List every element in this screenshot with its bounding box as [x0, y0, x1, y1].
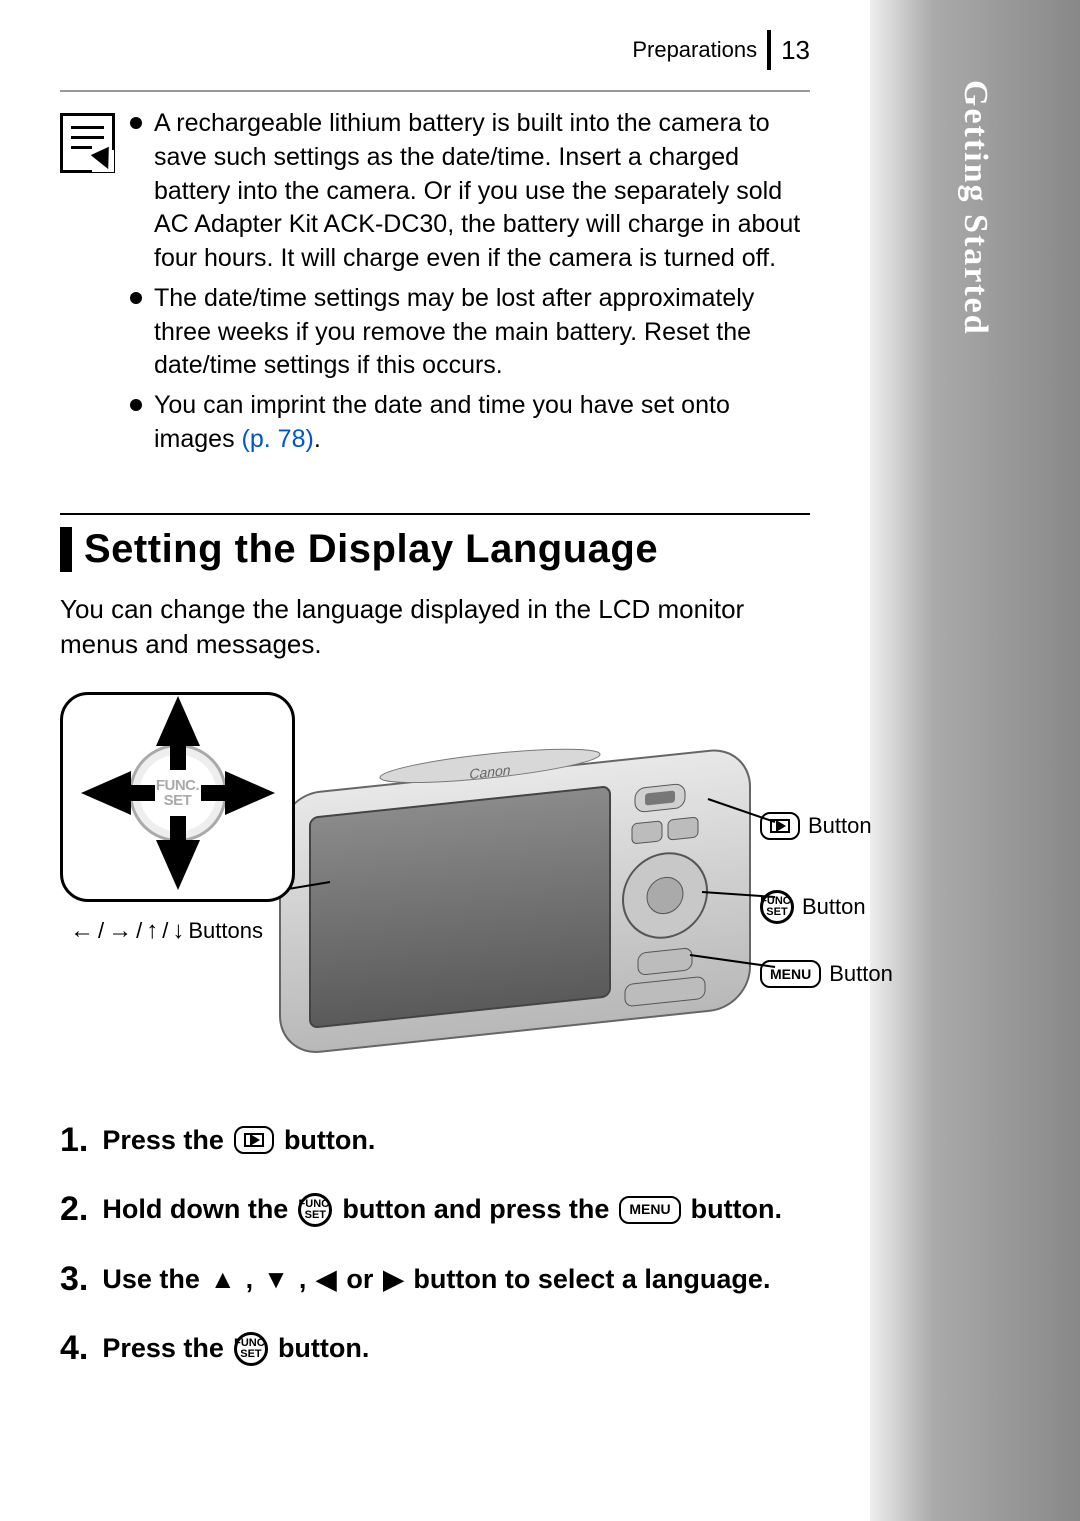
step-item: 1. Press the button. — [60, 1117, 810, 1165]
page-content: Preparations 13 A rechargeable lithium b… — [0, 0, 870, 1455]
section-intro: You can change the language displayed in… — [60, 592, 810, 662]
menu-icon: MENU — [619, 1196, 680, 1224]
note-text: You can imprint the date and time you ha… — [154, 391, 730, 453]
menu-icon: MENU — [760, 960, 821, 988]
page-header: Preparations 13 — [60, 30, 810, 70]
arrow-down-icon: ↓ — [172, 917, 184, 945]
funcset-button-label: FUNC.SET Button — [760, 890, 866, 924]
step-number: 1. — [60, 1117, 88, 1165]
note-item: A rechargeable lithium battery is built … — [130, 107, 810, 276]
arrow-down-icon: ▼ — [263, 1261, 289, 1297]
arrow-up-icon — [156, 696, 200, 746]
section-rule — [60, 513, 810, 515]
steps-list: 1. Press the button.2. Hold down the FUN… — [60, 1117, 810, 1373]
arrow-left-icon: ◀ — [316, 1261, 336, 1297]
step-number: 4. — [60, 1325, 88, 1373]
note-text: The date/time settings may be lost after… — [154, 284, 754, 380]
step-text: Press the — [102, 1122, 224, 1160]
dpad-icon: FUNC.SET — [103, 718, 253, 868]
step-text: Press the — [102, 1330, 224, 1368]
step-number: 3. — [60, 1256, 88, 1304]
step-text: , — [246, 1261, 254, 1299]
arrow-right-icon: → — [108, 917, 132, 945]
camera-diagram: FUNC.SET ←/ →/ ↑/ ↓ Buttons — [60, 692, 840, 1082]
step-text: or — [346, 1261, 373, 1299]
header-separator — [767, 30, 771, 70]
funcset-ring-label: FUNC.SET — [156, 778, 199, 808]
arrow-right-icon — [225, 771, 275, 815]
section-heading: Setting the Display Language — [60, 527, 810, 572]
side-tab: Getting Started — [870, 0, 1080, 1521]
step-number: 2. — [60, 1186, 88, 1234]
arrow-up-icon: ▲ — [210, 1261, 236, 1297]
arrow-up-icon: ↑ — [146, 917, 158, 945]
playback-button-label: Button — [760, 812, 872, 840]
note-text: A rechargeable lithium battery is built … — [154, 109, 800, 272]
step-text: Hold down the — [102, 1191, 288, 1229]
funcset-icon: FUNC.SET — [760, 890, 794, 924]
header-section-label: Preparations — [632, 37, 757, 63]
funcset-icon: FUNC.SET — [234, 1332, 268, 1366]
arrows-buttons-label: ←/ →/ ↑/ ↓ Buttons — [70, 917, 263, 945]
step-text: Use the — [102, 1261, 200, 1299]
playback-icon — [760, 812, 800, 840]
arrows-buttons-word: Buttons — [188, 918, 263, 944]
heading-bar — [60, 527, 72, 572]
arrow-left-icon — [81, 771, 131, 815]
page-number: 13 — [781, 35, 810, 66]
memo-icon — [60, 113, 115, 173]
note-item: The date/time settings may be lost after… — [130, 282, 810, 383]
step-text: button. — [284, 1122, 375, 1160]
step-item: 4. Press the FUNC.SET button. — [60, 1325, 810, 1373]
step-text: button to select a language. — [413, 1261, 770, 1299]
label-word: Button — [829, 961, 893, 987]
playback-icon — [234, 1126, 274, 1154]
camera-illustration: Canon — [270, 727, 790, 1067]
label-word: Button — [802, 894, 866, 920]
section-title: Setting the Display Language — [84, 527, 658, 572]
note-box: A rechargeable lithium battery is built … — [60, 107, 810, 463]
arrow-down-icon — [156, 840, 200, 890]
step-item: 2. Hold down the FUNC.SET button and pre… — [60, 1186, 810, 1234]
step-text: button and press the — [342, 1191, 609, 1229]
note-list: A rechargeable lithium battery is built … — [130, 107, 810, 463]
note-item: You can imprint the date and time you ha… — [130, 389, 810, 457]
side-tab-label: Getting Started — [956, 80, 994, 336]
menu-button-label: MENU Button — [760, 960, 893, 988]
divider — [60, 90, 810, 92]
step-text: , — [299, 1261, 307, 1299]
label-word: Button — [808, 813, 872, 839]
step-text: button. — [278, 1330, 369, 1368]
note-suffix: . — [314, 425, 321, 453]
funcset-icon: FUNC.SET — [298, 1193, 332, 1227]
step-text: button. — [691, 1191, 782, 1229]
arrow-right-icon: ▶ — [383, 1261, 403, 1297]
arrow-left-icon: ← — [70, 917, 94, 945]
step-item: 3. Use the ▲, ▼, ◀ or ▶ button to select… — [60, 1256, 810, 1304]
page-ref-link[interactable]: (p. 78) — [242, 425, 314, 453]
dpad-callout: FUNC.SET — [60, 692, 295, 902]
